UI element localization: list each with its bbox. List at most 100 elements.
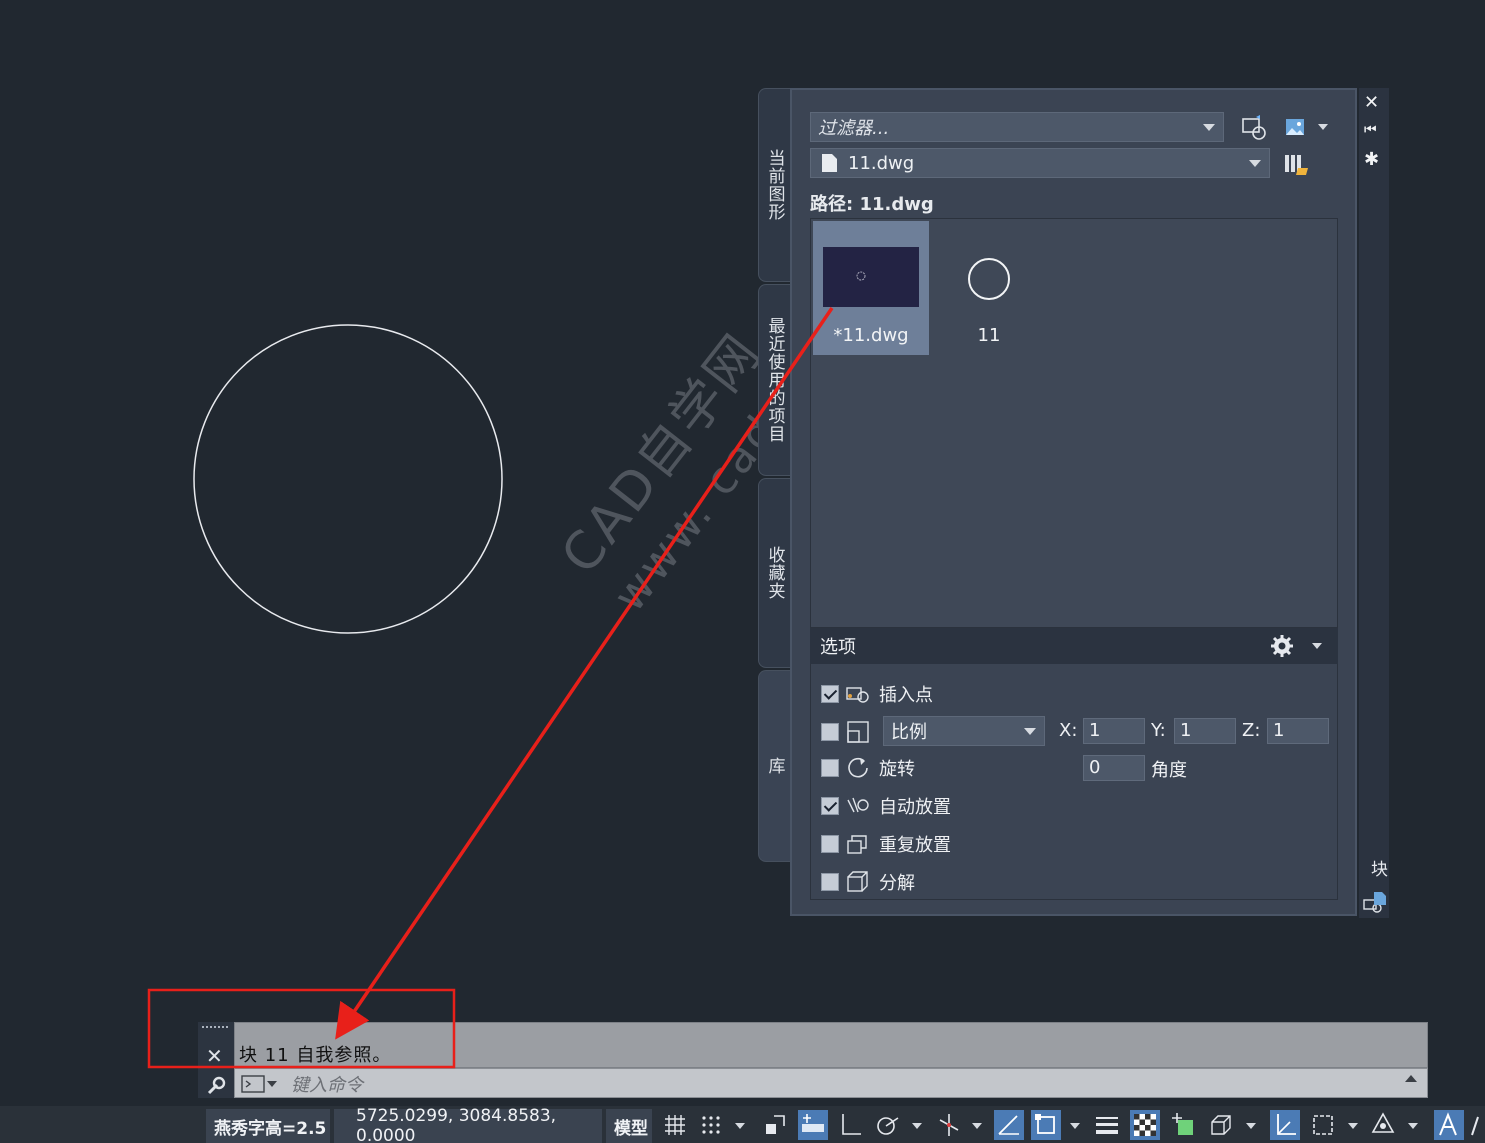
gear-icon[interactable] (1270, 634, 1294, 658)
drag-handle[interactable] (202, 1026, 228, 1028)
ortho-icon[interactable] (836, 1110, 866, 1140)
preview-mode-icon[interactable] (1282, 114, 1310, 142)
terminal-icon[interactable] (241, 1074, 267, 1094)
command-line-grip[interactable]: ✕ (198, 1022, 234, 1098)
filter-placeholder: 过滤器... (818, 118, 890, 139)
object-snap-tracking-icon[interactable] (994, 1110, 1024, 1140)
palette-tabs: 当前图形 最近使用的项目 收藏夹 库 (756, 86, 792, 864)
rotation-checkbox[interactable] (821, 759, 839, 777)
3d-object-snap-icon[interactable] (1206, 1110, 1236, 1140)
tab-favorites[interactable]: 收藏夹 (758, 478, 791, 668)
object-snap-icon[interactable] (1031, 1110, 1061, 1140)
isometric-caret[interactable] (972, 1123, 982, 1129)
palette-panel: 过滤器... 11.dwg 路径: 11.dwg *11.dwg 11 选项 插… (790, 88, 1357, 916)
explode-checkbox[interactable] (821, 873, 839, 891)
object-snap-caret[interactable] (1070, 1123, 1080, 1129)
option-insert-point: 插入点 (821, 680, 933, 708)
status-bar: 燕秀字高=2.5 5725.0299, 3084.8583, 0.0000 模型 (0, 1106, 1485, 1143)
repeat-place-label: 重复放置 (879, 835, 951, 856)
auto-place-label: 自动放置 (879, 797, 951, 818)
transparency-icon[interactable] (1130, 1110, 1160, 1140)
tab-current-drawing[interactable]: 当前图形 (758, 88, 791, 282)
gizmo-icon[interactable] (1368, 1110, 1398, 1140)
path-label: 路径: 11.dwg (810, 194, 934, 215)
angle-unit-label: 角度 (1151, 760, 1187, 781)
rotate-icon (848, 757, 868, 778)
block-palette-icon (1363, 892, 1386, 913)
chevron-down-icon[interactable] (1203, 124, 1215, 131)
annotation-scale-icon[interactable] (1468, 1110, 1485, 1140)
file-combo[interactable]: 11.dwg (810, 148, 1270, 178)
infer-constraints-icon[interactable] (760, 1110, 790, 1140)
scale-mode-select[interactable]: 比例 (883, 716, 1045, 746)
palette-control-strip: ✕ ⏮ ✱ 块 (1359, 88, 1389, 918)
3d-snap-caret[interactable] (1246, 1123, 1256, 1129)
command-input[interactable]: 键入命令 (234, 1068, 1428, 1098)
insert-point-icon (846, 687, 869, 703)
options-header[interactable]: 选项 (810, 628, 1338, 664)
wrench-icon[interactable] (206, 1076, 226, 1096)
options-title: 选项 (820, 637, 856, 658)
browse-library-icon[interactable] (1282, 150, 1310, 178)
block-item-label: *11.dwg (833, 325, 909, 346)
polar-tracking-icon[interactable] (872, 1110, 902, 1140)
auto-place-icon (847, 797, 869, 813)
grid-icon[interactable] (660, 1110, 690, 1140)
scale-x-field[interactable]: 1 (1083, 718, 1145, 744)
selection-filter-icon[interactable] (1308, 1110, 1338, 1140)
circle-block-thumbnail (968, 258, 1010, 300)
recent-commands-caret[interactable] (267, 1081, 277, 1087)
scale-icon (847, 721, 869, 743)
rotation-angle-field[interactable]: 0 (1083, 755, 1145, 781)
tab-library[interactable]: 库 (758, 670, 791, 862)
options-menu-caret[interactable] (1312, 643, 1322, 649)
tab-recent[interactable]: 最近使用的项目 (758, 284, 791, 476)
close-icon[interactable]: ✕ (1364, 94, 1379, 112)
command-history: 块 11 自我参照。 (234, 1022, 1428, 1068)
model-space-toggle[interactable]: 模型 (606, 1109, 652, 1143)
command-line: ✕ 块 11 自我参照。 键入命令 (198, 1022, 1430, 1098)
close-icon[interactable]: ✕ (206, 1044, 223, 1068)
option-repeat-place: 重复放置 (821, 830, 951, 858)
selection-cycling-icon[interactable] (1168, 1110, 1198, 1140)
repeat-place-checkbox[interactable] (821, 835, 839, 853)
command-history-text: 块 11 自我参照。 (239, 1045, 392, 1066)
options-body: 插入点 比例 X: 1 Y: 1 Z: 1 旋转 0 角度 自动放置 重复放置 … (810, 664, 1338, 900)
block-item-11[interactable]: 11 (931, 221, 1047, 355)
text-height-status[interactable]: 燕秀字高=2.5 (206, 1109, 330, 1143)
snap-icon[interactable] (696, 1110, 726, 1140)
scale-y-label: Y: (1151, 720, 1166, 741)
scale-z-field[interactable]: 1 (1267, 718, 1329, 744)
polar-caret[interactable] (912, 1123, 922, 1129)
load-block-icon[interactable] (1240, 114, 1268, 142)
drawn-circle[interactable] (193, 324, 503, 634)
dynamic-ucs-icon[interactable] (1270, 1110, 1300, 1140)
filter-combo[interactable]: 过滤器... (810, 112, 1224, 142)
auto-place-checkbox[interactable] (821, 797, 839, 815)
option-explode: 分解 (821, 868, 915, 896)
expand-history-icon[interactable] (1405, 1075, 1417, 1082)
isometric-icon[interactable] (934, 1110, 964, 1140)
chevron-down-icon[interactable] (1249, 160, 1261, 167)
annotation-visibility-icon[interactable] (1434, 1110, 1464, 1140)
gizmo-caret[interactable] (1408, 1123, 1418, 1129)
block-preview-area: *11.dwg 11 (810, 218, 1338, 628)
dynamic-input-icon[interactable] (798, 1110, 828, 1140)
explode-label: 分解 (879, 873, 915, 894)
selection-filter-caret[interactable] (1348, 1123, 1358, 1129)
scale-checkbox[interactable] (821, 723, 839, 741)
drawing-thumbnail (823, 247, 919, 307)
scale-y-field[interactable]: 1 (1174, 718, 1236, 744)
repeat-place-icon (847, 835, 867, 854)
coordinates-readout[interactable]: 5725.0299, 3084.8583, 0.0000 (334, 1106, 602, 1143)
view-options-caret[interactable] (1318, 124, 1328, 130)
properties-icon[interactable]: ✱ (1364, 151, 1379, 169)
option-rotation: 旋转 (821, 754, 915, 782)
chevron-down-icon[interactable] (1024, 728, 1036, 735)
block-item-drawing[interactable]: *11.dwg (813, 221, 929, 355)
auto-hide-icon[interactable]: ⏮ (1364, 123, 1377, 137)
insert-point-checkbox[interactable] (821, 685, 839, 703)
command-input-placeholder: 键入命令 (291, 1075, 363, 1096)
lineweight-icon[interactable] (1092, 1110, 1122, 1140)
snap-caret[interactable] (735, 1123, 745, 1129)
